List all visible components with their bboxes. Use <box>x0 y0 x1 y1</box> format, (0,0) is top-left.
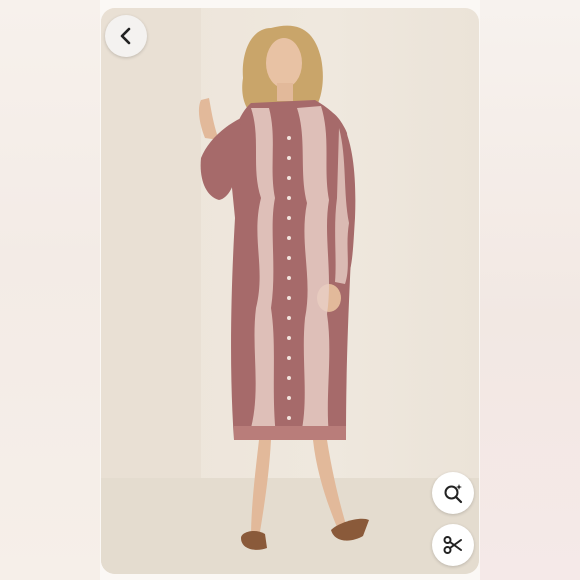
back-button[interactable] <box>105 15 147 57</box>
blurred-backdrop-left <box>0 0 100 580</box>
lens-search-icon <box>444 484 463 504</box>
raised-hand <box>198 98 219 140</box>
chevron-left-icon <box>120 27 131 45</box>
scissors-icon <box>443 536 462 554</box>
dress-hem <box>234 426 346 440</box>
crop-button[interactable] <box>432 524 474 566</box>
floor <box>101 478 479 574</box>
product-photo <box>101 8 479 574</box>
face <box>266 38 302 88</box>
neck <box>277 83 293 101</box>
dress-illustration <box>101 8 479 574</box>
dress-buttons <box>287 136 291 420</box>
blurred-backdrop-right <box>480 0 580 580</box>
visual-search-button[interactable] <box>432 472 474 514</box>
